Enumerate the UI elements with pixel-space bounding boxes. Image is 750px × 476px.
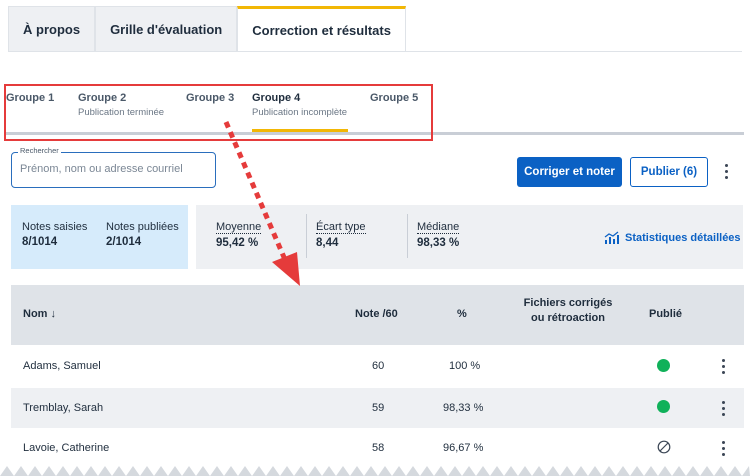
column-header-note: Note /60	[355, 308, 398, 320]
tab-divider	[8, 51, 742, 52]
column-header-published: Publié	[649, 308, 683, 320]
stat-notes-saisies: Notes saisies 8/1014	[22, 221, 88, 248]
column-header-name[interactable]: Nom ↓	[23, 308, 56, 320]
row-kebab-menu-icon[interactable]	[717, 441, 729, 456]
table-header: Nom ↓ Note /60 % Fichiers corrigés ou ré…	[11, 285, 744, 345]
student-name[interactable]: Tremblay, Sarah	[23, 402, 103, 414]
table-row: Adams, Samuel 60 100 %	[11, 346, 744, 386]
student-note: 58	[372, 442, 385, 454]
stat-ecart-type[interactable]: Écart type 8,44	[316, 221, 366, 249]
stat-mediane[interactable]: Médiane 98,33 %	[417, 221, 460, 249]
not-published-icon	[657, 440, 671, 454]
published-status-icon	[657, 359, 670, 372]
column-header-pct: %	[457, 308, 467, 320]
student-pct: 98,33 %	[443, 402, 484, 414]
top-tab-bar: À propos Grille d'évaluation Correction …	[8, 6, 406, 52]
student-pct: 100 %	[449, 360, 481, 372]
search-label: Rechercher	[18, 146, 61, 155]
tab-grille-evaluation[interactable]: Grille d'évaluation	[95, 6, 238, 52]
row-kebab-menu-icon[interactable]	[717, 401, 729, 416]
student-name[interactable]: Lavoie, Catherine	[23, 442, 109, 454]
student-note: 59	[372, 402, 385, 414]
search-field[interactable]: Rechercher	[11, 146, 216, 188]
annotation-highlight-box	[4, 84, 433, 141]
student-name[interactable]: Adams, Samuel	[23, 360, 101, 372]
tab-a-propos[interactable]: À propos	[8, 6, 96, 52]
grade-button[interactable]: Corriger et noter	[517, 157, 622, 187]
stat-notes-publiees: Notes publiées 2/1014	[106, 221, 179, 248]
search-input[interactable]	[20, 163, 210, 175]
kebab-menu-icon[interactable]	[720, 164, 732, 179]
publish-button[interactable]: Publier (6)	[630, 157, 708, 187]
chart-icon	[604, 231, 619, 244]
stat-divider	[407, 214, 408, 258]
table-row: Tremblay, Sarah 59 98,33 %	[11, 388, 744, 428]
detailed-statistics-link[interactable]: Statistiques détaillées	[604, 231, 741, 245]
stat-moyenne[interactable]: Moyenne 95,42 %	[216, 221, 262, 249]
stat-divider	[306, 214, 307, 258]
detailed-statistics-label: Statistiques détaillées	[625, 232, 741, 244]
published-status-icon	[657, 400, 670, 413]
tab-correction-resultats[interactable]: Correction et résultats	[237, 6, 406, 52]
row-kebab-menu-icon[interactable]	[717, 359, 729, 374]
torn-edge-decoration	[0, 466, 750, 476]
student-pct: 96,67 %	[443, 442, 484, 454]
student-note: 60	[372, 360, 385, 372]
column-header-files: Fichiers corrigés ou rétroaction	[523, 297, 613, 324]
